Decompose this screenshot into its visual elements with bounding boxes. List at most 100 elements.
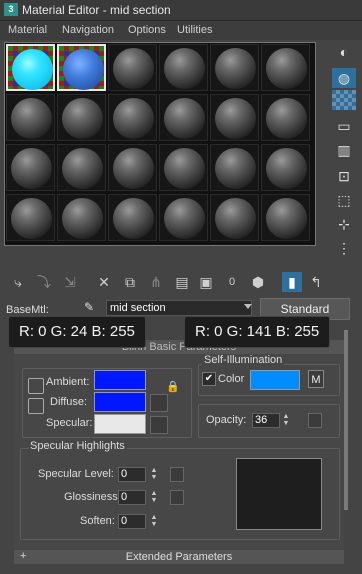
sample-slot[interactable] <box>6 94 55 141</box>
sample-slot[interactable] <box>261 194 310 241</box>
sample-sphere <box>113 148 154 189</box>
sample-slot[interactable] <box>6 194 55 241</box>
sample-slot[interactable] <box>57 44 106 91</box>
sample-uv-icon[interactable]: ▭ <box>332 116 356 136</box>
sample-slot[interactable] <box>57 144 106 191</box>
sample-slot[interactable] <box>261 94 310 141</box>
sample-sphere <box>215 98 256 139</box>
sample-slot[interactable] <box>159 194 208 241</box>
material-toolbar: ⤷ ⤵ ⇲ ✕ ⧉ ⋔ ▤ ▣ 0 ⬢ ▮ ↰ <box>0 268 332 296</box>
sample-slot[interactable] <box>6 144 55 191</box>
extended-parameters-rollout[interactable]: Extended Parameters <box>14 550 344 564</box>
specular-highlights-title: Specular Highlights <box>28 440 127 452</box>
sample-slot[interactable] <box>210 144 259 191</box>
sample-slot[interactable] <box>159 144 208 191</box>
options-icon[interactable]: ⬚ <box>332 190 356 210</box>
glossiness-spinner-icon[interactable]: ▲ ▼ <box>150 490 158 505</box>
select-by-material-icon[interactable]: ⊹ <box>332 214 356 234</box>
sample-slot[interactable] <box>159 94 208 141</box>
diffuse-map-button[interactable] <box>150 394 168 412</box>
glossiness-map-button[interactable] <box>170 490 184 505</box>
make-preview-icon[interactable]: ⊡ <box>332 166 356 186</box>
specular-label: Specular: <box>46 417 93 429</box>
sample-sphere <box>62 98 103 139</box>
sample-slot[interactable] <box>108 44 157 91</box>
self-illumination-title: Self-Illumination <box>202 354 285 366</box>
blinn-basic-parameters-panel: Ambient: 🔒 Diffuse: Specular: Self-Illum… <box>14 354 344 562</box>
menu-material[interactable]: Material <box>8 24 47 36</box>
sample-slot[interactable] <box>210 194 259 241</box>
color-lock-bracket-icon[interactable] <box>28 378 44 394</box>
expand-plus-icon[interactable]: + <box>20 550 26 562</box>
self-illumination-map-button[interactable]: M <box>308 370 324 388</box>
sample-sphere <box>164 198 205 239</box>
sample-slot[interactable] <box>261 44 310 91</box>
background-checker-icon[interactable] <box>332 90 356 110</box>
app-logo-icon: 3 <box>4 3 18 16</box>
glossiness-label: Glossiness: <box>64 491 121 503</box>
opacity-spinner-icon[interactable]: ▲ ▼ <box>282 413 290 428</box>
sample-sphere <box>266 148 307 189</box>
put-to-scene-icon[interactable]: ⤵ <box>34 272 54 292</box>
sample-sphere <box>11 98 52 139</box>
sample-slot[interactable] <box>108 144 157 191</box>
sample-slot[interactable] <box>210 94 259 141</box>
specular-map-button[interactable] <box>150 416 168 434</box>
specular-color-swatch[interactable] <box>94 414 146 434</box>
ambient-color-swatch[interactable] <box>94 370 146 390</box>
show-map-in-viewport-icon[interactable]: ⬢ <box>248 272 268 292</box>
sample-slot[interactable] <box>108 94 157 141</box>
material-name-field[interactable]: mid section <box>106 300 252 316</box>
sample-slot[interactable] <box>57 94 106 141</box>
make-copy-icon[interactable]: ⧉ <box>120 272 140 292</box>
sample-slot[interactable] <box>210 44 259 91</box>
menu-utilities[interactable]: Utilities <box>177 24 212 36</box>
sample-sphere <box>164 98 205 139</box>
sample-type-icon[interactable]: ◐ <box>332 42 356 62</box>
menu-options[interactable]: Options <box>128 24 166 36</box>
soften-spinner-icon[interactable]: ▲ ▼ <box>150 514 158 529</box>
self-illumination-checkbox[interactable]: ✔ <box>202 372 216 386</box>
assign-to-selection-icon[interactable]: ⇲ <box>60 272 80 292</box>
color-lock-bracket-2-icon[interactable] <box>28 398 44 414</box>
opacity-input[interactable]: 36 <box>252 413 280 428</box>
backlight-icon[interactable]: ◍ <box>332 68 356 88</box>
sample-sphere <box>164 148 205 189</box>
show-end-result-icon[interactable]: ▮ <box>282 272 302 292</box>
specular-level-map-button[interactable] <box>170 467 184 482</box>
pick-material-eyedropper-icon[interactable]: ✎ <box>84 300 98 314</box>
specular-level-spinner-icon[interactable]: ▲ ▼ <box>150 467 158 482</box>
material-id-channel-icon[interactable]: ▣ <box>196 272 216 292</box>
opacity-map-button[interactable] <box>308 413 322 428</box>
sample-sphere <box>62 198 103 239</box>
effects-channel-button[interactable]: 0 <box>222 272 242 292</box>
reset-map-icon[interactable]: ✕ <box>94 272 114 292</box>
basemtl-label: BaseMtl: <box>6 304 49 316</box>
self-illumination-color-swatch[interactable] <box>250 370 300 390</box>
specular-level-input[interactable]: 0 <box>118 467 146 482</box>
sample-slot[interactable] <box>159 44 208 91</box>
title-bar: 3 Material Editor - mid section <box>0 0 362 21</box>
go-to-parent-icon[interactable]: ↰ <box>306 272 326 292</box>
material-name-dropdown-arrow-icon[interactable] <box>244 304 252 309</box>
ambient-label: Ambient: <box>46 376 90 388</box>
sample-slot[interactable] <box>108 194 157 241</box>
sample-slot[interactable] <box>6 44 55 91</box>
panel-scrollbar[interactable] <box>344 330 348 510</box>
diffuse-label: Diffuse: <box>50 396 88 408</box>
menu-navigation[interactable]: Navigation <box>62 24 114 36</box>
sample-slot[interactable] <box>261 144 310 191</box>
sample-slot-grid <box>4 42 316 246</box>
sample-slot[interactable] <box>57 194 106 241</box>
lock-icon[interactable]: 🔒 <box>166 380 180 394</box>
get-material-icon[interactable]: ⤷ <box>8 272 28 292</box>
ambient-color-tooltip: R: 0 G: 24 B: 255 <box>8 316 146 348</box>
make-unique-icon[interactable]: ⋔ <box>146 272 166 292</box>
soften-input[interactable]: 0 <box>118 514 146 529</box>
glossiness-input[interactable]: 0 <box>118 490 146 505</box>
sample-sphere <box>113 198 154 239</box>
video-color-check-icon[interactable]: ▥ <box>332 140 356 160</box>
material-map-navigator-icon[interactable]: ⋮ <box>332 238 356 258</box>
put-to-library-icon[interactable]: ▤ <box>172 272 192 292</box>
diffuse-color-swatch[interactable] <box>94 392 146 412</box>
